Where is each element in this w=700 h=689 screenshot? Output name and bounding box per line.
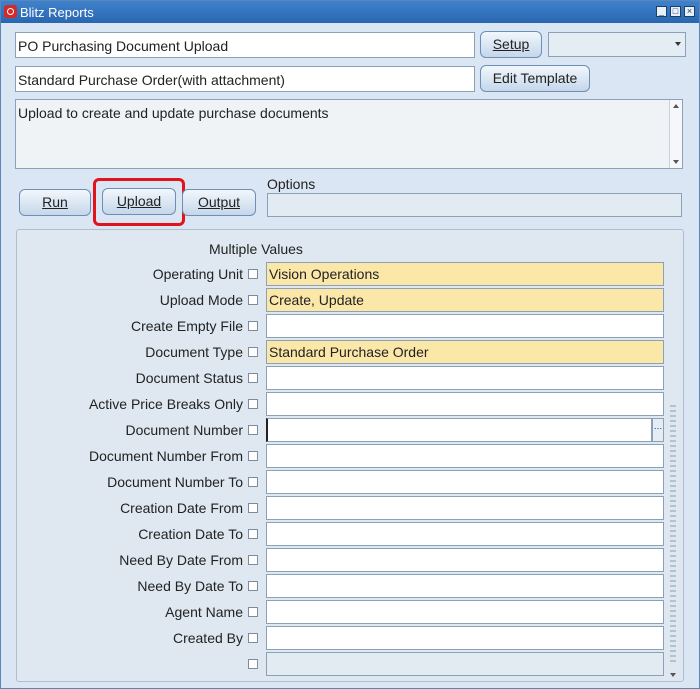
- parameter-field[interactable]: [266, 626, 664, 650]
- parameter-field[interactable]: [266, 574, 664, 598]
- scrollbar-track[interactable]: [670, 405, 676, 665]
- parameter-field[interactable]: Create, Update: [266, 288, 664, 312]
- parameter-field[interactable]: Standard Purchase Order: [266, 340, 664, 364]
- close-icon[interactable]: ×: [684, 6, 695, 17]
- parameter-label: Agent Name: [165, 604, 243, 620]
- multiple-values-checkbox[interactable]: [248, 529, 258, 539]
- parameter-field[interactable]: Vision Operations: [266, 262, 664, 286]
- output-button-label: Output: [197, 194, 241, 210]
- edit-template-button-label: Edit Template: [492, 70, 578, 86]
- parameter-label: Need By Date From: [119, 552, 243, 568]
- minimize-icon[interactable]: _: [656, 6, 667, 17]
- scroll-up-icon[interactable]: [673, 104, 679, 108]
- blitz-reports-window: Blitz Reports _ □ × PO Purchasing Docume…: [0, 0, 700, 689]
- parameter-field[interactable]: [266, 470, 664, 494]
- report-name-field[interactable]: PO Purchasing Document Upload: [15, 32, 475, 58]
- multiple-values-checkbox[interactable]: [248, 607, 258, 617]
- multiple-values-checkbox[interactable]: [248, 659, 258, 669]
- window-title: Blitz Reports: [20, 5, 94, 20]
- description-scrollbar[interactable]: [669, 100, 682, 168]
- parameter-field[interactable]: [266, 652, 664, 676]
- options-field[interactable]: [267, 193, 682, 217]
- parameter-label: Document Type: [145, 344, 243, 360]
- multiple-values-checkbox[interactable]: [248, 399, 258, 409]
- parameter-field[interactable]: [266, 392, 664, 416]
- parameter-field[interactable]: [266, 444, 664, 468]
- multiple-values-label: Multiple Values: [209, 241, 303, 257]
- options-label: Options: [267, 176, 316, 192]
- multiple-values-checkbox[interactable]: [248, 477, 258, 487]
- multiple-values-checkbox[interactable]: [248, 581, 258, 591]
- parameter-field[interactable]: [266, 418, 652, 442]
- multiple-values-checkbox[interactable]: [248, 503, 258, 513]
- multiple-values-checkbox[interactable]: [248, 295, 258, 305]
- parameter-label: Need By Date To: [137, 578, 243, 594]
- multiple-values-checkbox[interactable]: [248, 633, 258, 643]
- run-button-label: Run: [42, 194, 68, 210]
- setup-button[interactable]: Setup: [480, 31, 542, 58]
- parameter-field[interactable]: [266, 366, 664, 390]
- parameter-label: Document Number From: [88, 448, 243, 464]
- parameter-label: Operating Unit: [152, 266, 243, 282]
- parameter-field[interactable]: [266, 314, 664, 338]
- parameters-scrollbar[interactable]: [667, 405, 679, 677]
- parameter-label: Active Price Breaks Only: [88, 396, 243, 412]
- upload-highlight: [93, 178, 185, 226]
- parameter-label: Create Empty File: [130, 318, 243, 334]
- parameter-field[interactable]: [266, 522, 664, 546]
- multiple-values-checkbox[interactable]: [248, 555, 258, 565]
- edit-template-button[interactable]: Edit Template: [480, 65, 590, 92]
- parameter-label: Creation Date To: [138, 526, 243, 542]
- output-button[interactable]: Output: [182, 189, 256, 216]
- multiple-values-checkbox[interactable]: [248, 451, 258, 461]
- chevron-down-icon: [675, 42, 681, 46]
- maximize-icon[interactable]: □: [670, 6, 681, 17]
- title-bar: Blitz Reports _ □ ×: [1, 1, 699, 23]
- parameter-label: Upload Mode: [159, 292, 243, 308]
- scroll-down-icon[interactable]: [673, 160, 679, 164]
- description-field[interactable]: Upload to create and update purchase doc…: [15, 99, 683, 169]
- scroll-down-icon[interactable]: [670, 673, 676, 677]
- description-text: Upload to create and update purchase doc…: [18, 105, 329, 121]
- parameter-label: Creation Date From: [120, 500, 243, 516]
- multiple-values-checkbox[interactable]: [248, 425, 258, 435]
- parameter-label: Document Status: [135, 370, 243, 386]
- multiple-values-checkbox[interactable]: [248, 321, 258, 331]
- multiple-values-checkbox[interactable]: [248, 347, 258, 357]
- setup-select[interactable]: [548, 32, 686, 57]
- multiple-values-checkbox[interactable]: [248, 269, 258, 279]
- setup-button-label: Setup: [492, 36, 530, 52]
- parameter-field[interactable]: [266, 600, 664, 624]
- run-button[interactable]: Run: [19, 189, 91, 216]
- lov-button[interactable]: …: [652, 418, 664, 442]
- parameter-field[interactable]: [266, 496, 664, 520]
- parameter-label: Created By: [172, 630, 243, 646]
- parameter-field[interactable]: [266, 548, 664, 572]
- parameter-label: Document Number To: [107, 474, 243, 490]
- multiple-values-checkbox[interactable]: [248, 373, 258, 383]
- oracle-logo-icon: [4, 5, 17, 18]
- parameter-label: Document Number: [125, 422, 244, 438]
- template-name-field[interactable]: Standard Purchase Order(with attachment): [15, 66, 475, 92]
